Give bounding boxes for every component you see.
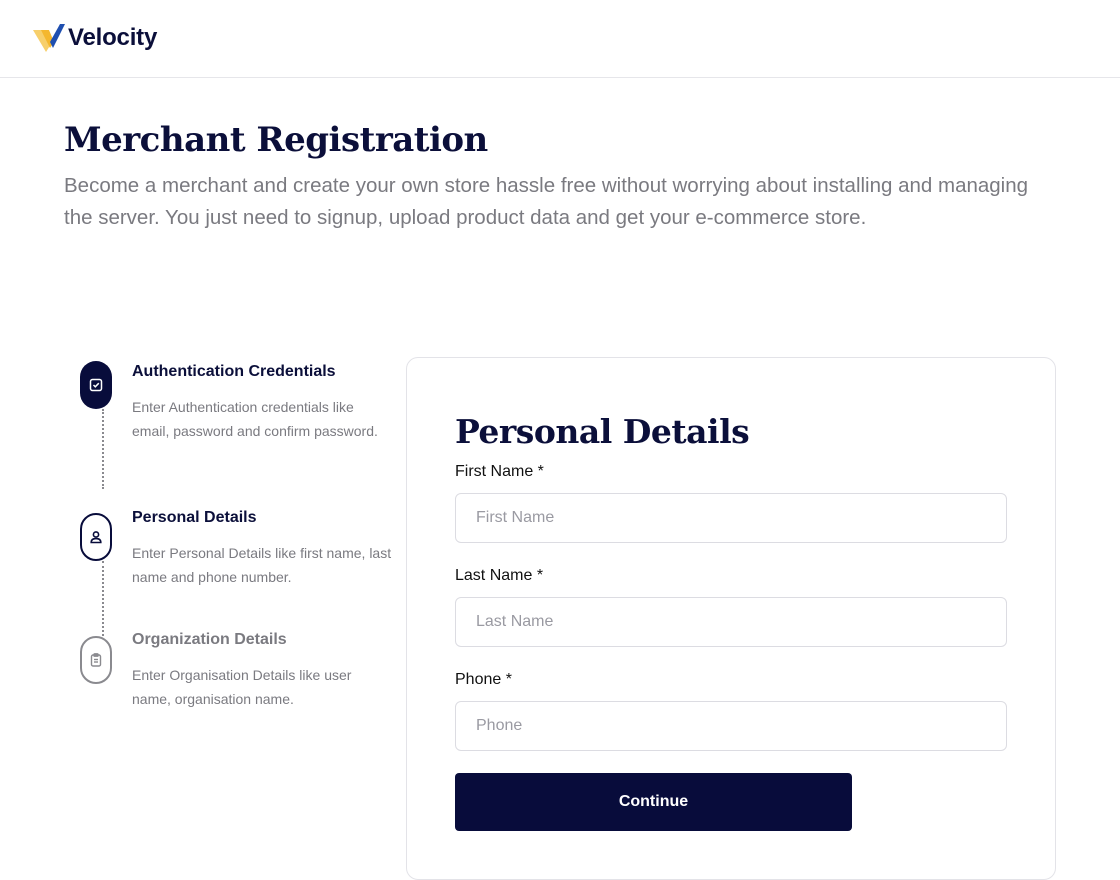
velocity-logo-icon <box>33 24 65 52</box>
step-connector <box>102 561 104 636</box>
step-personal-indicator <box>80 513 112 561</box>
page-title: Merchant Registration <box>64 120 488 160</box>
last-name-input[interactable] <box>455 597 1007 647</box>
step-organization-description: Enter Organisation Details like user nam… <box>132 667 352 707</box>
checkbox-icon <box>89 378 103 392</box>
step-authentication-indicator <box>80 361 112 409</box>
user-icon <box>90 531 102 544</box>
first-name-label: First Name * <box>455 463 544 480</box>
step-connector <box>102 409 104 489</box>
last-name-label: Last Name * <box>455 567 544 584</box>
step-personal-title[interactable]: Personal Details <box>132 509 257 527</box>
clipboard-icon <box>90 653 102 667</box>
step-organization-indicator <box>80 636 112 684</box>
step-authentication-description: Enter Authentication credentials like em… <box>132 399 378 439</box>
continue-button[interactable]: Continue <box>455 773 852 831</box>
step-personal-description: Enter Personal Details like first name, … <box>132 545 392 585</box>
first-name-input[interactable] <box>455 493 1007 543</box>
brand-name: Velocity <box>68 24 158 51</box>
top-navbar: Velocity <box>0 0 1120 78</box>
page-description: Become a merchant and create your own st… <box>64 174 1029 229</box>
step-organization-title[interactable]: Organization Details <box>132 631 287 649</box>
phone-input[interactable] <box>455 701 1007 751</box>
phone-label: Phone * <box>455 671 512 688</box>
step-authentication-title[interactable]: Authentication Credentials <box>132 363 336 381</box>
registration-stepper: Authentication Credentials Enter Authent… <box>80 361 400 721</box>
personal-details-card: Personal Details First Name * Last Name … <box>406 357 1056 880</box>
brand[interactable]: Velocity <box>32 22 157 54</box>
form-title: Personal Details <box>455 412 750 451</box>
